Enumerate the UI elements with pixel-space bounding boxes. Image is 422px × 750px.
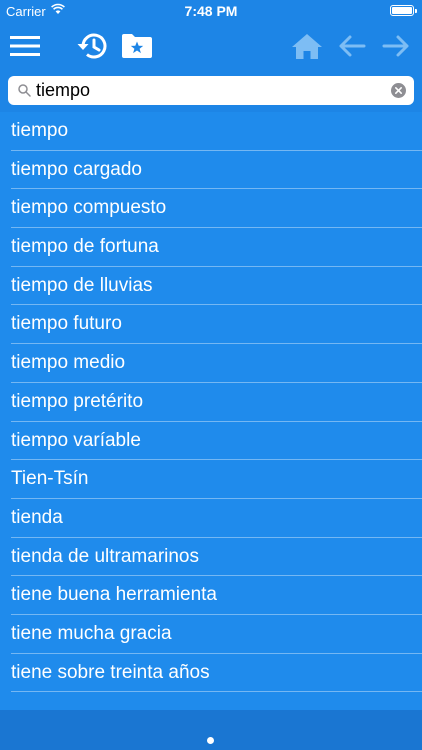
list-item[interactable]: tiempo de fortuna — [0, 228, 422, 267]
list-item[interactable]: tiempo futuro — [0, 305, 422, 344]
list-item[interactable]: tienda de ultramarinos — [0, 538, 422, 577]
list-item[interactable]: tiene mucha gracia — [0, 615, 422, 654]
list-item[interactable]: tiempo pretérito — [0, 383, 422, 422]
list-item[interactable]: tiempo de lluvias — [0, 267, 422, 306]
back-arrow-icon — [339, 35, 366, 57]
home-icon — [292, 34, 322, 59]
battery-icon — [390, 5, 417, 16]
history-icon — [77, 33, 107, 59]
clear-icon — [395, 87, 402, 94]
list-item[interactable]: tiene buena herramienta — [0, 576, 422, 615]
home-button[interactable] — [287, 26, 327, 66]
page-indicator-dot — [207, 737, 214, 744]
search-field-container — [8, 76, 414, 105]
list-item[interactable]: tienda — [0, 499, 422, 538]
clear-search-button[interactable] — [391, 83, 406, 98]
list-item[interactable]: tiempo medio — [0, 344, 422, 383]
forward-arrow-icon — [382, 35, 409, 57]
search-input[interactable] — [36, 78, 386, 103]
list-item[interactable]: tiempo compuesto — [0, 189, 422, 228]
status-bar: Carrier 7:48 PM — [0, 0, 422, 22]
list-item[interactable]: Tien-Tsín — [0, 460, 422, 499]
list-item[interactable]: tiempo cargado — [0, 151, 422, 190]
list-item[interactable]: tiempo varíable — [0, 422, 422, 461]
search-icon — [18, 84, 31, 97]
bottom-bar — [0, 710, 422, 750]
toolbar — [0, 22, 422, 70]
favorites-button[interactable] — [117, 26, 157, 66]
back-button[interactable] — [332, 26, 372, 66]
forward-button[interactable] — [376, 26, 416, 66]
menu-icon — [10, 36, 40, 56]
results-list: tiempo tiempo cargado tiempo compuesto t… — [0, 112, 422, 710]
list-item[interactable]: tiene sobre treinta años — [0, 654, 422, 693]
status-time: 7:48 PM — [184, 3, 238, 19]
favorites-folder-icon — [122, 34, 152, 58]
menu-button[interactable] — [5, 26, 45, 66]
search-bar — [0, 70, 422, 112]
history-button[interactable] — [72, 26, 112, 66]
list-item[interactable]: tiempo — [0, 112, 422, 151]
